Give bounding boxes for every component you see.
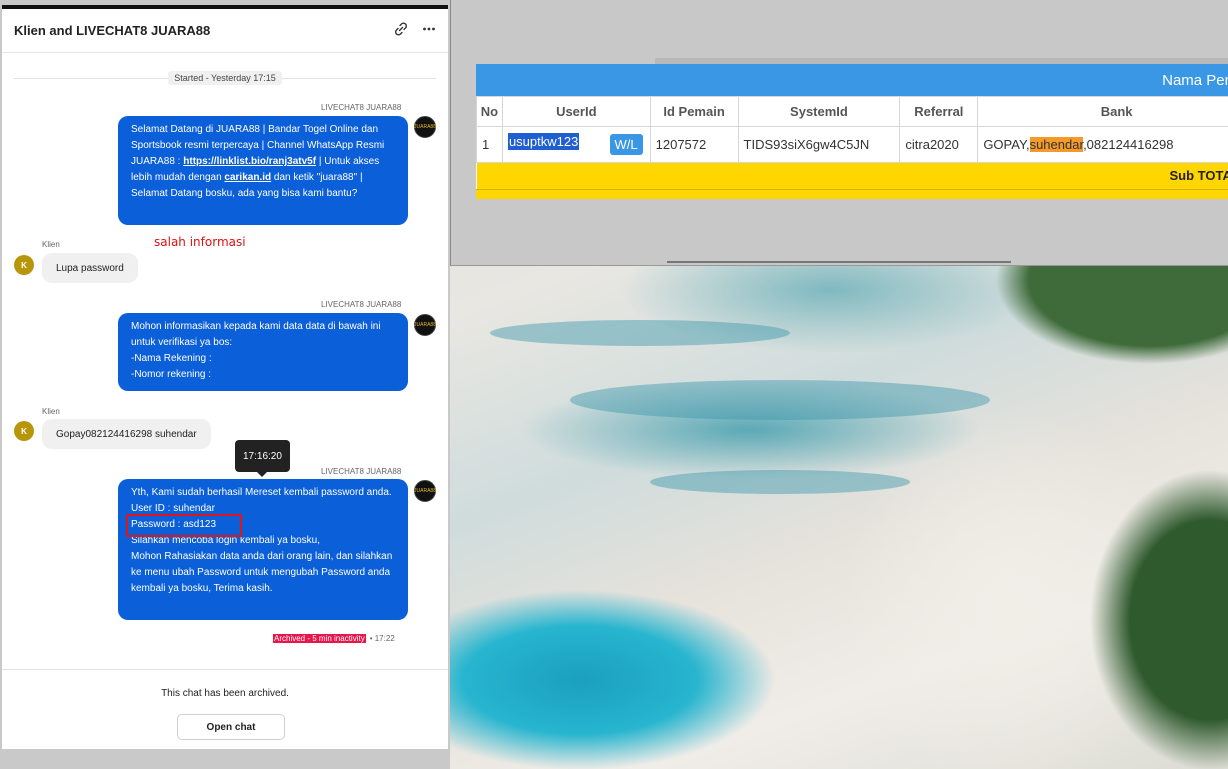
agent-message-verification: Mohon informasikan kepada kami data data… (118, 313, 408, 391)
table-header-row: No UserId Id Pemain SystemId Referral Ba… (476, 96, 1228, 127)
archived-message: This chat has been archived. (161, 688, 289, 699)
cell-bank: GOPAY,suhendar,082124416298 (977, 126, 1228, 163)
archived-time: • 17:22 (369, 634, 395, 643)
chat-footer: This chat has been archived. Open chat (2, 669, 448, 749)
userid-selected-text[interactable]: usuptkw123 (507, 133, 580, 150)
cell-system-id: TIDS93siX6gw4C5JN (737, 126, 901, 163)
table-title: Nama Pen (1162, 71, 1228, 89)
carikan-link[interactable]: carikan.id (224, 172, 271, 183)
horizontal-scrollbar[interactable] (667, 261, 1011, 263)
agent-avatar: JUARA88 (414, 480, 436, 502)
agent-avatar: JUARA88 (414, 314, 436, 336)
chat-header: Klien and LIVECHAT8 JUARA88 (2, 9, 448, 53)
subtotal-row: Sub TOTAL : (476, 162, 1228, 189)
agent-name-label: LIVECHAT8 JUARA88 (321, 103, 402, 112)
agent-message-welcome: Selamat Datang di JUARA88 | Bandar Togel… (118, 116, 408, 225)
open-chat-button[interactable]: Open chat (177, 714, 285, 740)
whatsapp-channel-link[interactable]: https://linklist.bio/ranj3atv5f (183, 156, 316, 167)
column-header: UserId (501, 96, 651, 127)
table-row: 1 usuptkw123 W/L 1207572 TIDS93siX6gw4C5… (476, 126, 1228, 163)
agent-avatar: JUARA88 (414, 116, 436, 138)
cell-referral: citra2020 (899, 126, 979, 163)
cell-userid: usuptkw123 W/L (501, 126, 651, 163)
bank-name-highlight: suhendar (1029, 137, 1084, 152)
started-label: Started - Yesterday 17:15 (168, 71, 282, 85)
agent-message-password-reset: Yth, Kami sudah berhasil Mereset kembali… (118, 479, 408, 620)
client-name-label: Klien (42, 407, 60, 416)
admin-window: Nama Pen No UserId Id Pemain SystemId Re… (450, 0, 1228, 266)
column-header: Id Pemain (649, 96, 739, 127)
annotation-wrong-info: salah informasi (154, 235, 246, 249)
cell-id-pemain: 1207572 (649, 126, 739, 163)
client-message-forgot-password: Lupa password (42, 253, 138, 283)
link-icon[interactable] (394, 22, 408, 39)
chat-title: Klien and LIVECHAT8 JUARA88 (14, 23, 211, 38)
agent-name-label: LIVECHAT8 JUARA88 (321, 467, 402, 476)
table-title-bar: Nama Pen (476, 64, 1228, 96)
player-table: No UserId Id Pemain SystemId Referral Ba… (476, 96, 1228, 189)
conversation-started-divider: Started - Yesterday 17:15 (2, 63, 448, 93)
column-header: SystemId (737, 96, 901, 127)
client-avatar: K (14, 421, 34, 441)
cell-no: 1 (476, 126, 503, 163)
annotation-highlight-box (126, 514, 242, 537)
column-header: Referral (899, 96, 979, 127)
chat-window: Klien and LIVECHAT8 JUARA88 Started - Ye… (2, 5, 448, 749)
agent-name-label: LIVECHAT8 JUARA88 (321, 300, 402, 309)
player-table-panel: Nama Pen No UserId Id Pemain SystemId Re… (476, 64, 1228, 199)
more-icon[interactable] (422, 22, 436, 39)
client-avatar: K (14, 255, 34, 275)
archived-status: Archived - 5 min inactivity • 17:22 (273, 634, 395, 643)
archived-badge: Archived - 5 min inactivity (273, 634, 366, 643)
win-loss-button[interactable]: W/L (609, 134, 643, 155)
subtotal-label: Sub TOTAL : (1169, 168, 1228, 184)
client-message-account-info: Gopay082124416298 suhendar (42, 419, 211, 449)
timestamp-tooltip: 17:16:20 (235, 440, 290, 477)
client-name-label: Klien (42, 240, 60, 249)
column-header: Bank (977, 96, 1228, 127)
column-header: No (476, 96, 503, 127)
